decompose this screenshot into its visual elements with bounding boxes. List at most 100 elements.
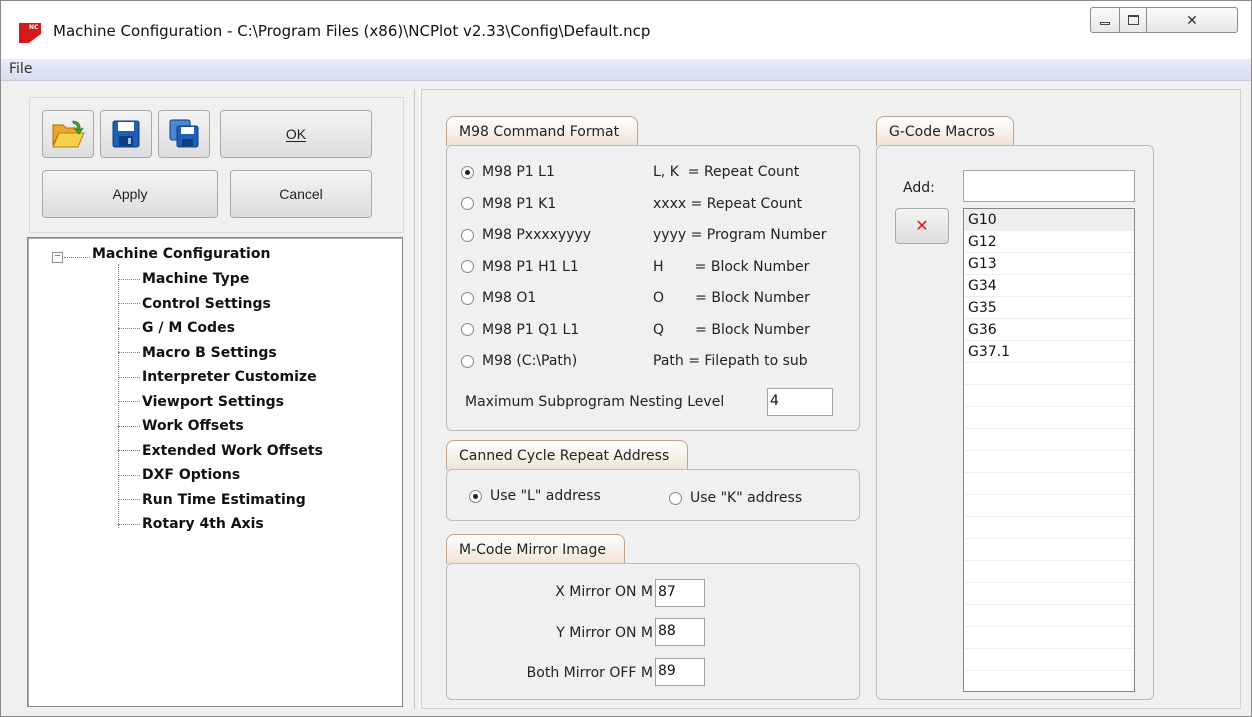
cancel-button[interactable]: Cancel: [230, 170, 372, 218]
tree-item-machine-type[interactable]: Machine Type: [118, 268, 249, 290]
macro-list-empty-row: [964, 605, 1134, 627]
tree-item-label: Interpreter Customize: [142, 369, 317, 385]
macro-list-empty-row: [964, 451, 1134, 473]
tree-item-rotary-4th-axis[interactable]: Rotary 4th Axis: [118, 513, 264, 535]
radio-unchecked-icon: [461, 197, 474, 210]
menu-file[interactable]: File: [9, 61, 32, 77]
radio-checked-icon: [461, 165, 474, 179]
m98-option-label: M98 O1: [482, 290, 537, 306]
x-mirror-label: X Mirror ON M: [555, 584, 653, 600]
y-mirror-input[interactable]: 88: [655, 618, 705, 646]
left-panel: OK Apply Cancel − Machine Configuration …: [19, 89, 411, 709]
m98-option-radio[interactable]: M98 (C:\Path): [461, 353, 577, 369]
macro-list-empty-row: [964, 407, 1134, 429]
app-icon-text: NC: [29, 24, 39, 31]
macro-list-item[interactable]: G10: [964, 209, 1134, 231]
m98-option-radio[interactable]: M98 O1: [461, 290, 536, 306]
x-mirror-input[interactable]: 87: [655, 579, 705, 607]
apply-label: Apply: [112, 186, 148, 202]
machine-configuration-window: NC Machine Configuration - C:\Program Fi…: [0, 0, 1252, 717]
maximize-button[interactable]: [1119, 7, 1147, 33]
config-tree: − Machine Configuration Machine Type Cont…: [27, 237, 403, 707]
tree-item-label: Extended Work Offsets: [142, 442, 323, 459]
macro-list-empty-row: [964, 539, 1134, 561]
macro-list-item[interactable]: G36: [964, 319, 1134, 341]
m98-option-description: O = Block Number: [653, 290, 810, 306]
tree-item-label: Viewport Settings: [142, 393, 285, 410]
m98-option-description: Q = Block Number: [653, 321, 810, 338]
tree-item-label: Machine Type: [142, 271, 250, 287]
nesting-level-input[interactable]: 4: [767, 388, 833, 416]
save-as-button[interactable]: [158, 110, 210, 158]
tree-item-work-offsets[interactable]: Work Offsets: [118, 415, 244, 437]
macro-list-item[interactable]: G12: [964, 231, 1134, 253]
cancel-label: Cancel: [279, 186, 323, 202]
open-folder-icon: [52, 120, 85, 148]
macro-list-empty-row: [964, 473, 1134, 495]
panel-divider: [414, 89, 420, 709]
radio-unchecked-icon: [461, 260, 474, 273]
radio-unchecked-icon: [669, 491, 682, 505]
m98-option-radio[interactable]: M98 P1 L1: [461, 164, 555, 180]
apply-button[interactable]: Apply: [42, 170, 218, 218]
macro-list-empty-row: [964, 363, 1134, 385]
tree-item-label: Work Offsets: [142, 418, 244, 434]
maximize-icon: [1127, 15, 1139, 25]
tree-root-machine-configuration[interactable]: Machine Configuration: [92, 246, 270, 262]
tree-item-control-settings[interactable]: Control Settings: [118, 293, 271, 315]
save-button[interactable]: [100, 110, 152, 158]
tree-item-run-time-estimating[interactable]: Run Time Estimating: [118, 489, 306, 511]
minimize-button[interactable]: [1090, 7, 1120, 33]
add-macro-input[interactable]: [963, 170, 1135, 202]
ok-button[interactable]: OK: [220, 110, 372, 158]
m98-option-radio[interactable]: M98 Pxxxxyyyy: [461, 227, 591, 243]
tree-item-label: G / M Codes: [142, 320, 235, 336]
delete-macro-button[interactable]: ✕: [895, 208, 949, 244]
tree-item-label: Run Time Estimating: [142, 491, 306, 508]
open-button[interactable]: [42, 110, 94, 158]
close-icon: ✕: [1186, 11, 1198, 28]
use-l-address-label: Use "L" address: [490, 488, 601, 504]
macro-list-item[interactable]: G37.1: [964, 341, 1134, 363]
m98-option-radio[interactable]: M98 P1 H1 L1: [461, 259, 579, 275]
radio-unchecked-icon: [461, 228, 474, 242]
y-mirror-label: Y Mirror ON M: [556, 625, 653, 641]
tree-connector: [118, 303, 140, 304]
macro-list-empty-row: [964, 627, 1134, 649]
tree-item-interpreter-customize[interactable]: Interpreter Customize: [118, 366, 317, 388]
macro-list-item[interactable]: G13: [964, 253, 1134, 275]
m98-option-label: M98 P1 Q1 L1: [482, 321, 580, 338]
m98-option-radio[interactable]: M98 P1 Q1 L1: [461, 322, 579, 338]
macro-list-item[interactable]: G34: [964, 275, 1134, 297]
tree-item-label: DXF Options: [142, 467, 241, 483]
tree-item-extended-work-offsets[interactable]: Extended Work Offsets: [118, 440, 323, 462]
tree-item-dxf-options[interactable]: DXF Options: [118, 464, 240, 486]
use-k-address-radio[interactable]: Use "K" address: [669, 490, 802, 506]
tree-item-label: Rotary 4th Axis: [142, 516, 264, 532]
close-button[interactable]: ✕: [1146, 7, 1238, 33]
tree-connector: [118, 278, 140, 280]
collapse-icon[interactable]: −: [52, 252, 63, 263]
window-title: Machine Configuration - C:\Program Files…: [53, 22, 651, 40]
radio-unchecked-icon: [461, 323, 474, 336]
tree-connector: [118, 327, 140, 329]
m98-option-label: M98 Pxxxxyyyy: [482, 227, 592, 243]
macro-list-empty-row: [964, 385, 1134, 407]
tree-item-macro-b-settings[interactable]: Macro B Settings: [118, 342, 277, 364]
menu-bar: File: [1, 59, 1251, 81]
tree-item-g-m-codes[interactable]: G / M Codes: [118, 317, 235, 339]
gcode-macros-group: Add: ✕ G10 G12 G13 G34 G35 G36 G37.1: [876, 145, 1154, 700]
app-icon: NC: [19, 23, 41, 43]
use-l-address-radio[interactable]: Use "L" address: [469, 488, 601, 504]
macro-list[interactable]: G10 G12 G13 G34 G35 G36 G37.1: [963, 208, 1135, 692]
canned-cycle-group: Use "L" address Use "K" address: [446, 469, 860, 521]
tree-connector: [118, 376, 140, 378]
m98-option-radio[interactable]: M98 P1 K1: [461, 196, 556, 212]
tree-item-viewport-settings[interactable]: Viewport Settings: [118, 391, 284, 413]
both-mirror-input[interactable]: 89: [655, 658, 705, 686]
canned-group-title: Canned Cycle Repeat Address: [446, 440, 689, 470]
macro-list-empty-row: [964, 495, 1134, 517]
macro-items: G10 G12 G13 G34 G35 G36 G37.1: [964, 209, 1134, 671]
tree-connector: [118, 401, 140, 402]
macro-list-item[interactable]: G35: [964, 297, 1134, 319]
